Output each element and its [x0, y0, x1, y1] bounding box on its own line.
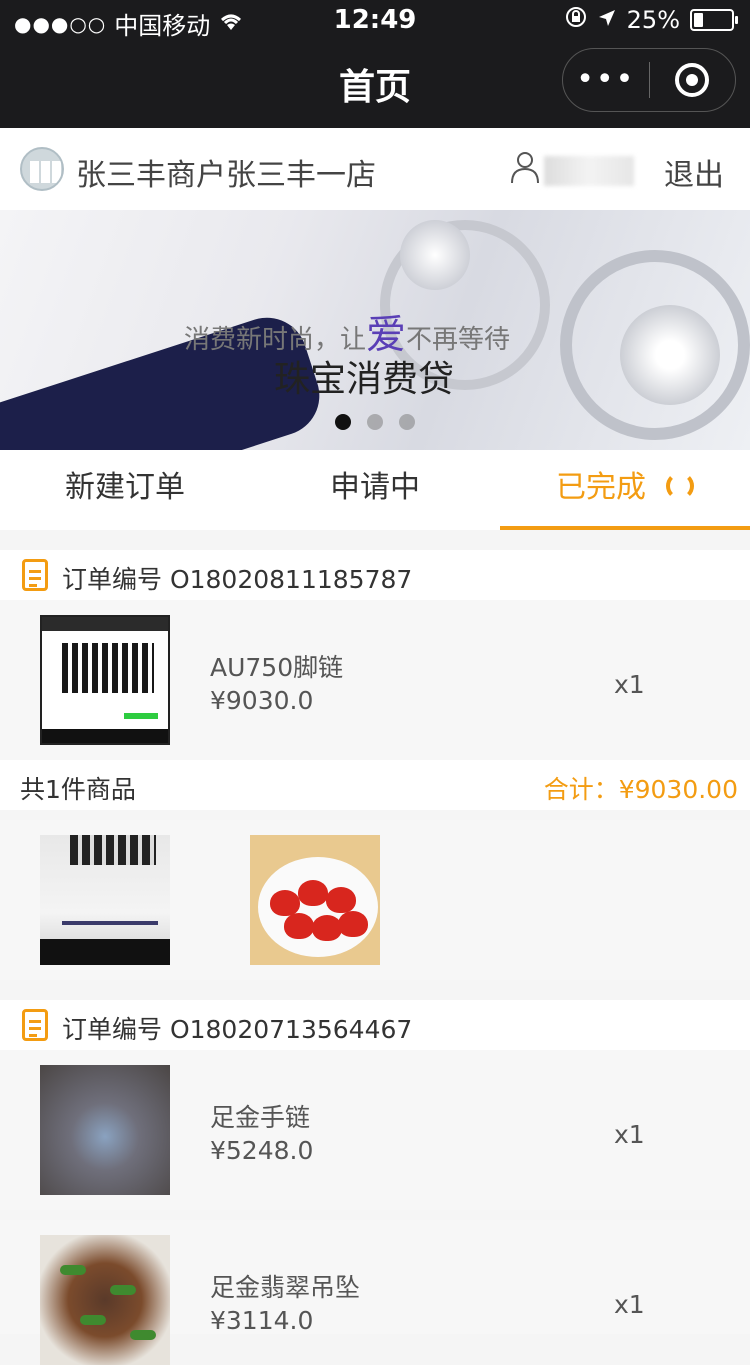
carousel-dot[interactable]: [399, 414, 415, 430]
item-price: ¥3114.0: [210, 1306, 314, 1335]
navigation-bar: 首页 •••: [0, 40, 750, 128]
more-icon[interactable]: •••: [563, 65, 649, 95]
item-thumbnail: [40, 1235, 170, 1365]
user-name-redacted: [544, 155, 634, 186]
tab-new-order[interactable]: 新建订单: [0, 450, 250, 530]
item-count: 共1件商品: [20, 775, 136, 804]
item-price: ¥9030.0: [210, 686, 314, 715]
logout-button[interactable]: 退出: [664, 150, 724, 194]
order-summary: 共1件商品 合计：¥9030.00: [0, 760, 750, 810]
tab-completed[interactable]: 已完成: [500, 450, 750, 530]
carousel-dot[interactable]: [367, 414, 383, 430]
user-icon: [510, 150, 540, 191]
order-item[interactable]: 足金翡翠吊坠 ¥3114.0 x1: [0, 1220, 750, 1365]
item-quantity: x1: [614, 1120, 645, 1149]
battery-icon: [690, 9, 738, 31]
banner-title: 珠宝消费贷: [274, 359, 455, 400]
location-arrow-icon: [597, 6, 617, 34]
order-list-icon: [22, 1009, 48, 1041]
target-icon: [675, 63, 710, 97]
order-item[interactable]: 足金手链 ¥5248.0 x1: [0, 1050, 750, 1210]
order-list-icon: [22, 559, 48, 591]
item-thumbnail: [40, 1065, 170, 1195]
lock-rotation-icon: [565, 6, 587, 34]
order-header: 订单编号 O18020713564467: [0, 1000, 750, 1050]
item-name: 足金翡翠吊坠: [210, 1273, 361, 1302]
order-photo[interactable]: [250, 835, 380, 965]
carousel-indicator: [0, 414, 750, 430]
order-photos: [0, 820, 750, 980]
order-number: 订单编号 O18020713564467: [62, 1015, 413, 1044]
close-target-button[interactable]: [650, 63, 736, 97]
refresh-icon[interactable]: [666, 471, 694, 500]
item-name: 足金手链: [210, 1103, 311, 1132]
tab-applying[interactable]: 申请中: [250, 450, 500, 530]
current-user: [510, 150, 634, 191]
miniprogram-capsule: •••: [562, 48, 736, 112]
banner-diamond-image-2: [620, 305, 720, 405]
promo-banner[interactable]: 消费新时尚，让爱不再等待 珠宝消费贷: [0, 210, 750, 450]
item-thumbnail: [40, 615, 170, 745]
merchant-name: 张三丰商户张三丰一店: [76, 158, 376, 193]
item-price: ¥5248.0: [210, 1136, 314, 1165]
order-photo[interactable]: [40, 835, 170, 965]
merchant-avatar: [20, 147, 64, 191]
item-quantity: x1: [614, 670, 645, 699]
order-tabs: 新建订单 申请中 已完成: [0, 450, 750, 530]
order-number: 订单编号 O18020811185787: [62, 565, 413, 594]
status-bar: ●●●○○ 中国移动 12:49 25%: [0, 0, 750, 40]
item-name: AU750脚链: [210, 653, 344, 682]
merchant-header: 张三丰商户张三丰一店 退出: [0, 128, 750, 210]
order-header: 订单编号 O18020811185787: [0, 550, 750, 600]
order-total: 合计：¥9030.00: [543, 775, 738, 804]
item-quantity: x1: [614, 1290, 645, 1319]
order-item[interactable]: AU750脚链 ¥9030.0 x1: [0, 600, 750, 760]
battery-percent: 25%: [626, 6, 680, 34]
carousel-dot[interactable]: [335, 414, 351, 430]
banner-diamond-image: [400, 220, 470, 290]
